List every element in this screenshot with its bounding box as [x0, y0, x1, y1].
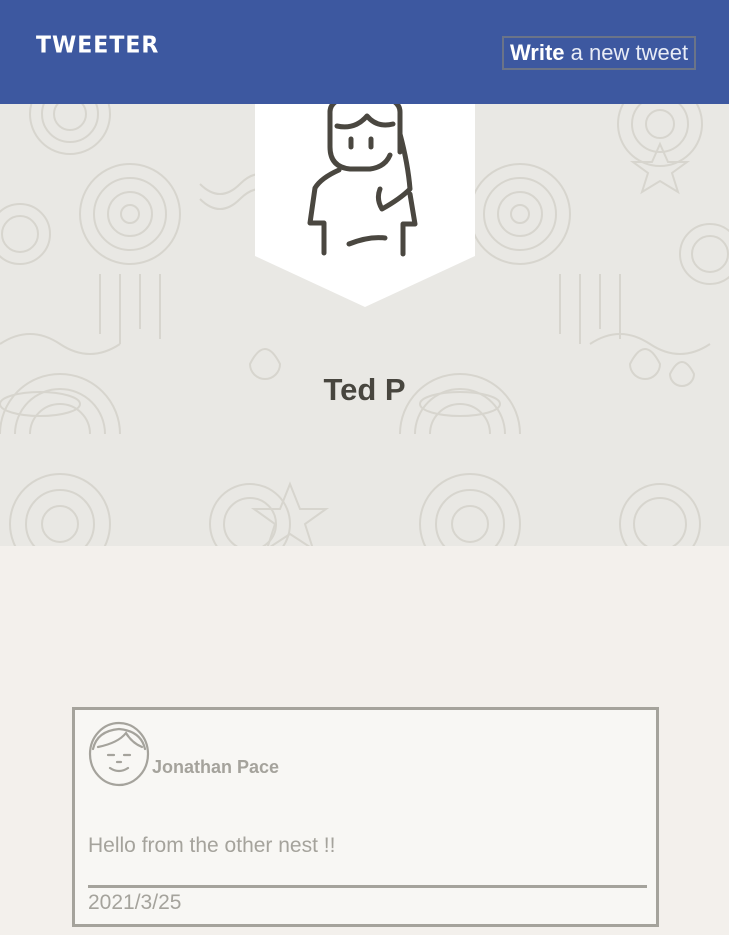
tweet-card[interactable]: Jonathan Pace Hello from the other nest … [72, 707, 659, 927]
tweet-author-name[interactable]: Jonathan Pace [152, 757, 279, 778]
top-navbar: TWEETER Write a new tweet [0, 0, 729, 104]
profile-avatar [255, 104, 475, 307]
profile-name: Ted P [323, 372, 406, 407]
write-tweet-button[interactable]: Write a new tweet [502, 36, 696, 70]
app-logo[interactable]: TWEETER [36, 32, 159, 58]
write-button-label-rest: a new tweet [564, 40, 689, 65]
tweet-divider [88, 885, 647, 888]
profile-banner: Ted P [0, 104, 729, 546]
write-button-label-strong: Write [509, 40, 565, 65]
tweet-date: 2021/3/25 [88, 891, 182, 914]
tweet-text: Hello from the other nest !! [88, 834, 336, 857]
author-avatar-icon [88, 721, 150, 787]
